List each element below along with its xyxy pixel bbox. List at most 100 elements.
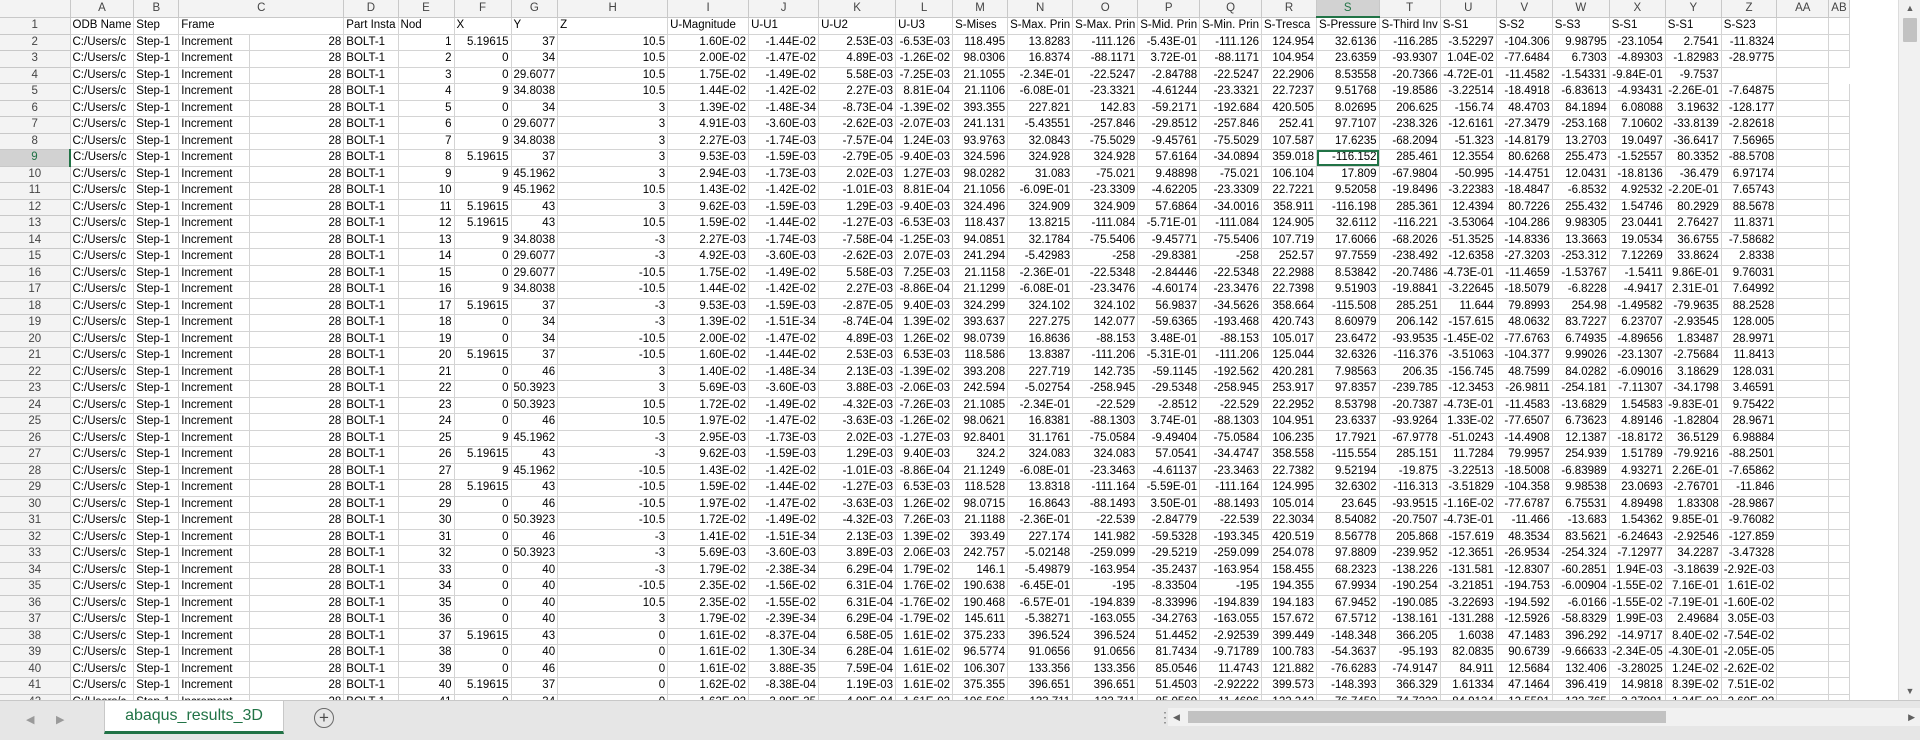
cell[interactable]: -4.89656 — [1609, 331, 1666, 348]
cell[interactable]: 9.85E-01 — [1665, 512, 1722, 530]
cell[interactable]: 28 — [249, 628, 345, 645]
column-header-a[interactable]: A — [70, 0, 135, 18]
cell[interactable]: C:/Users/c — [70, 595, 135, 612]
cell[interactable]: 0 — [557, 644, 669, 662]
cell[interactable]: 67.5712 — [1316, 611, 1380, 629]
cell[interactable]: 80.6268 — [1496, 149, 1553, 167]
cell[interactable]: 124.905 — [1261, 215, 1317, 233]
cell[interactable] — [1828, 430, 1850, 447]
cell[interactable]: -6.24643 — [1609, 529, 1666, 546]
cell[interactable]: Step-1 — [133, 215, 180, 233]
cell[interactable] — [1828, 628, 1850, 645]
cell[interactable]: BOLT-1 — [343, 578, 399, 596]
cell[interactable] — [1828, 578, 1850, 596]
select-all-corner[interactable] — [0, 0, 71, 18]
cell[interactable]: 254.98 — [1552, 298, 1610, 315]
cell[interactable]: 3 — [557, 364, 669, 381]
cell[interactable]: -195 — [1199, 578, 1262, 596]
cell[interactable]: 8 — [398, 149, 455, 167]
cell[interactable]: 1.79E-02 — [667, 562, 750, 579]
cell[interactable]: -13.683 — [1552, 512, 1610, 530]
cell[interactable]: -9.71789 — [1199, 644, 1262, 662]
cell[interactable]: 1.61E-02 — [895, 661, 954, 678]
cell[interactable]: 5.19615 — [454, 215, 512, 233]
cell[interactable]: 28 — [249, 529, 345, 546]
cell[interactable]: 26 — [398, 446, 455, 464]
cell[interactable]: -6.53E-03 — [895, 215, 954, 233]
cell[interactable]: -14.4751 — [1496, 166, 1553, 183]
cell[interactable]: 10 — [398, 182, 455, 200]
cell[interactable]: 3.05E-03 — [1721, 611, 1778, 629]
cell[interactable]: -4.61244 — [1137, 83, 1201, 101]
cell[interactable]: -116.376 — [1379, 347, 1441, 365]
cell[interactable]: -75.5029 — [1199, 133, 1262, 150]
cell[interactable]: 3.88E-35 — [748, 661, 820, 678]
cell[interactable]: Increment — [178, 67, 251, 84]
row-header-37[interactable]: 37 — [0, 611, 71, 629]
cell[interactable]: -88.5708 — [1721, 149, 1778, 167]
cell[interactable]: -10.5 — [557, 479, 669, 497]
cell[interactable]: -1.51E-34 — [748, 529, 820, 546]
cell[interactable]: -2.92E-03 — [1721, 562, 1778, 579]
cell[interactable]: 38 — [398, 644, 455, 662]
cell[interactable]: 1.76E-02 — [895, 578, 954, 596]
cell[interactable]: 0 — [454, 50, 512, 68]
cell[interactable]: 0 — [454, 529, 512, 546]
cell[interactable]: 324.2 — [952, 446, 1009, 464]
cell[interactable] — [1828, 281, 1850, 299]
cell[interactable]: Increment — [178, 265, 251, 282]
cell[interactable]: -2.36E-01 — [1007, 265, 1074, 282]
row-header-25[interactable]: 25 — [0, 413, 71, 431]
cell[interactable]: Step-1 — [133, 545, 180, 563]
cell[interactable]: -4.93431 — [1609, 83, 1666, 101]
cell[interactable]: -6.57E-01 — [1007, 595, 1074, 612]
row-header-23[interactable]: 23 — [0, 380, 71, 398]
cell[interactable]: 15 — [398, 265, 455, 282]
cell[interactable]: 253.917 — [1261, 380, 1317, 398]
column-header-x[interactable]: X — [1609, 0, 1666, 18]
cell[interactable]: BOLT-1 — [343, 182, 399, 200]
cell[interactable]: BOLT-1 — [343, 199, 399, 216]
cell[interactable]: Increment — [178, 562, 251, 579]
row-header-36[interactable]: 36 — [0, 595, 71, 612]
cell[interactable]: 22.7398 — [1261, 281, 1317, 299]
cell[interactable]: -1.39E-02 — [895, 364, 954, 381]
cell[interactable]: -6.8532 — [1552, 182, 1610, 200]
cell[interactable]: 28 — [249, 644, 345, 662]
cell[interactable] — [1828, 413, 1850, 431]
cell[interactable]: 359.018 — [1261, 149, 1317, 167]
cell[interactable] — [1776, 149, 1830, 167]
cell[interactable]: 91.0656 — [1007, 644, 1074, 662]
cell[interactable]: -8.73E-04 — [818, 100, 897, 117]
cell[interactable]: 3.72E-01 — [1137, 50, 1201, 68]
cell[interactable]: -88.1303 — [1199, 413, 1262, 431]
cell[interactable]: -93.9535 — [1379, 331, 1441, 348]
cell[interactable]: -93.9264 — [1379, 413, 1441, 431]
cell[interactable]: 22.3034 — [1261, 512, 1317, 530]
cell[interactable]: U-U1 — [748, 17, 820, 35]
cell[interactable]: 37 — [511, 149, 559, 167]
cell[interactable]: -59.1145 — [1137, 364, 1201, 381]
cell[interactable]: 1.72E-02 — [667, 397, 750, 414]
cell[interactable]: -1.48E-34 — [748, 364, 820, 381]
cell[interactable]: 1.60E-02 — [667, 347, 750, 365]
cell[interactable]: -77.6507 — [1496, 413, 1553, 431]
scroll-down-arrow-icon[interactable]: ▼ — [1899, 683, 1920, 700]
cell[interactable]: 9.40E-03 — [895, 446, 954, 464]
cell[interactable]: C:/Users/c — [70, 347, 135, 365]
cell[interactable]: -3.22693 — [1440, 595, 1497, 612]
cell[interactable]: S-S1 — [1440, 17, 1497, 35]
cell[interactable]: 252.41 — [1261, 116, 1317, 134]
cell[interactable]: -10.5 — [557, 463, 669, 480]
cell[interactable]: -14.8336 — [1496, 232, 1553, 249]
cell[interactable]: 1.26E-02 — [895, 331, 954, 348]
cell[interactable]: 84.911 — [1440, 661, 1497, 678]
cell[interactable]: 7.64992 — [1721, 281, 1778, 299]
cell[interactable]: 14.9818 — [1609, 677, 1666, 695]
cell[interactable]: 1.75E-02 — [667, 67, 750, 84]
cell[interactable]: 1.54583 — [1609, 397, 1666, 414]
cell[interactable]: BOLT-1 — [343, 83, 399, 101]
cell[interactable]: 1.61E-02 — [895, 677, 954, 695]
cell[interactable]: Increment — [178, 595, 251, 612]
cell[interactable]: C:/Users/c — [70, 529, 135, 546]
